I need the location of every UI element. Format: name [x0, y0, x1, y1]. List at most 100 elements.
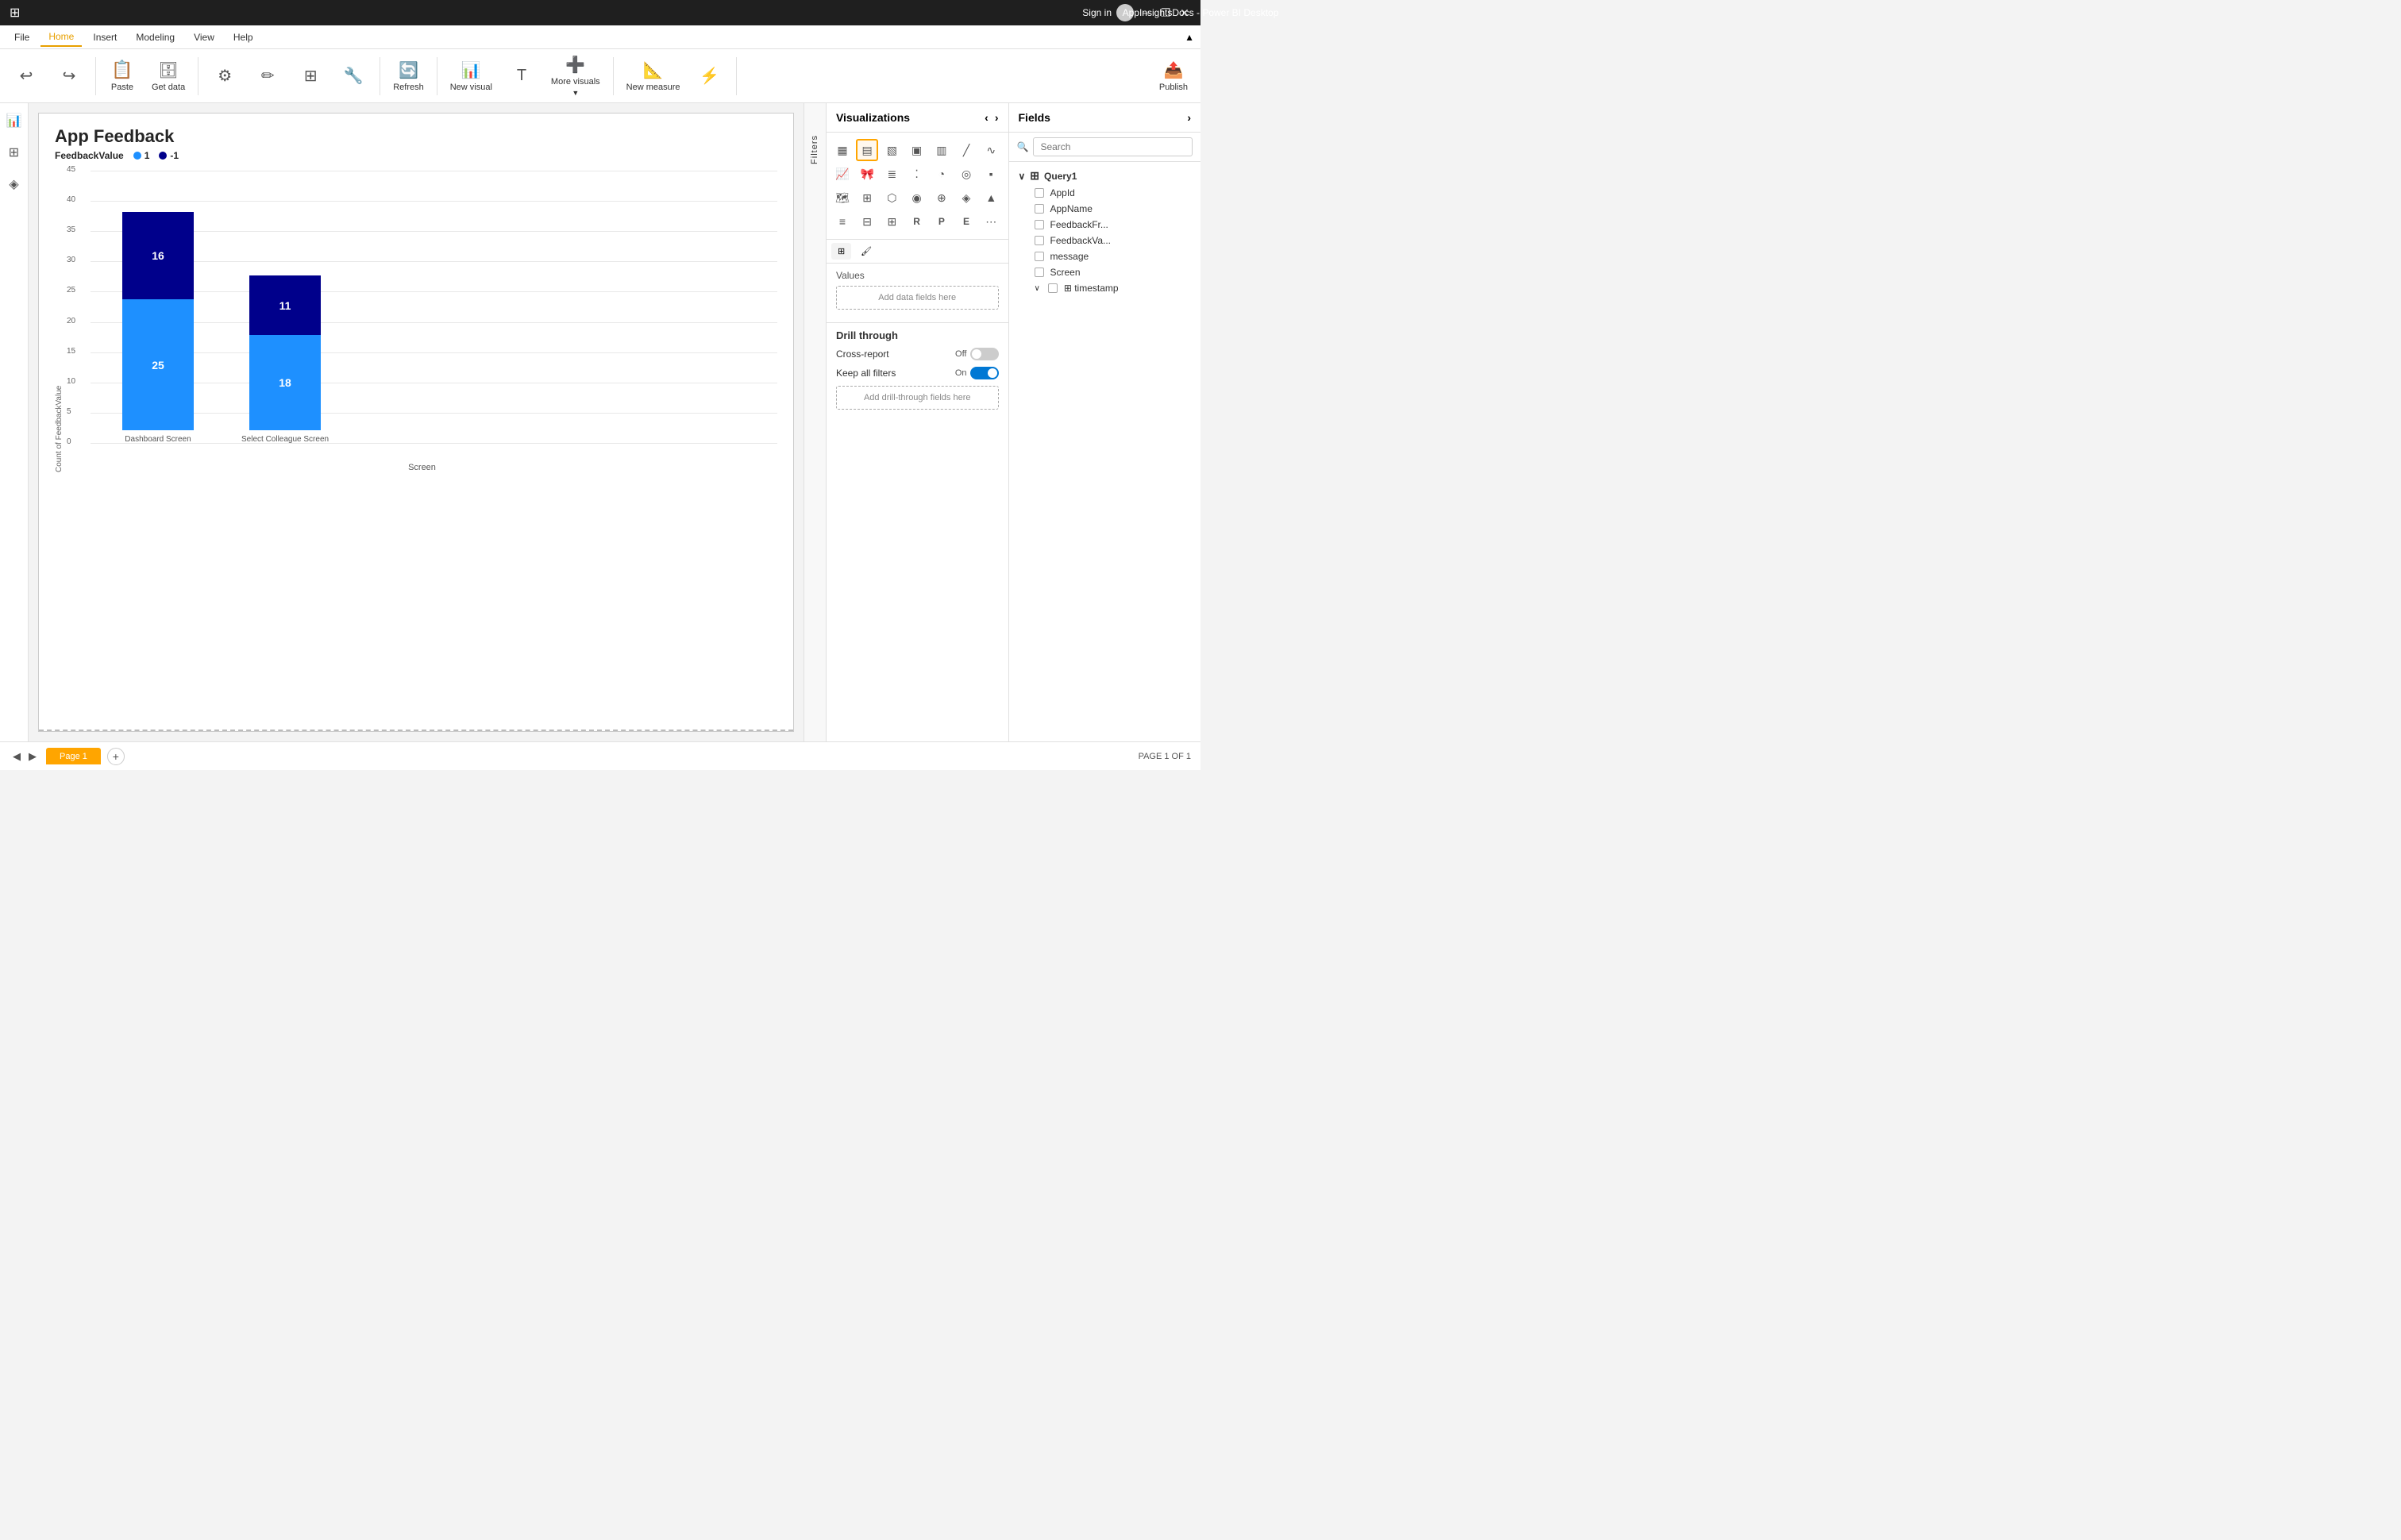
- viz-icon-scatter[interactable]: ⁚: [906, 163, 928, 185]
- bar-segment-bottom-2: 18: [249, 335, 321, 430]
- format-tab[interactable]: 🖌: [854, 243, 878, 260]
- menu-modeling[interactable]: Modeling: [128, 29, 183, 46]
- checkbox-screen[interactable]: [1035, 268, 1044, 277]
- legend-dot-2: [159, 152, 167, 160]
- viz-icon-area[interactable]: ∿: [980, 139, 1002, 161]
- report-icon: 📊: [6, 113, 22, 129]
- cross-report-toggle[interactable]: [970, 348, 999, 360]
- viz-icon-stacked-bar[interactable]: ▦: [831, 139, 854, 161]
- report-canvas[interactable]: App Feedback FeedbackValue 1 -1: [38, 113, 794, 732]
- settings-icon: 🔧: [344, 66, 364, 86]
- fields-expand-icon[interactable]: ›: [1187, 111, 1191, 124]
- stacked-bar-2[interactable]: 11 18: [249, 275, 321, 430]
- viz-icon-matrix[interactable]: ⊞: [881, 210, 903, 233]
- checkbox-feedbackva[interactable]: [1035, 236, 1044, 245]
- drillthrough-drop-zone[interactable]: Add drill-through fields here: [836, 386, 999, 410]
- viz-nav-right[interactable]: ›: [995, 111, 999, 124]
- get-data-button[interactable]: 🗄 Get data: [145, 57, 191, 95]
- filters-panel[interactable]: Filters: [804, 103, 827, 741]
- viz-icon-clustered-bar[interactable]: ▤: [856, 139, 878, 161]
- viz-icon-line-clustered[interactable]: 📈: [831, 163, 854, 185]
- field-appname[interactable]: AppName: [1019, 201, 1192, 217]
- menu-insert[interactable]: Insert: [85, 29, 125, 46]
- viz-icon-clustered-column[interactable]: ▣: [906, 139, 928, 161]
- text-box-icon: T: [517, 67, 526, 85]
- checkbox-appname[interactable]: [1035, 204, 1044, 214]
- text-box-button[interactable]: T: [502, 64, 541, 88]
- menu-view[interactable]: View: [186, 29, 222, 46]
- new-visual-button[interactable]: 📊 New visual: [444, 57, 499, 95]
- field-feedbackfr[interactable]: FeedbackFr...: [1019, 217, 1192, 233]
- cross-report-state: Off: [955, 349, 966, 359]
- more-visuals-button[interactable]: ➕ More visuals ▼: [545, 52, 607, 100]
- page-1-tab[interactable]: Page 1: [46, 748, 101, 764]
- checkbox-appid[interactable]: [1035, 188, 1044, 198]
- fields-search-input[interactable]: [1033, 137, 1193, 156]
- viz-icon-filled-map[interactable]: ⊞: [856, 187, 878, 209]
- viz-icon-gauge[interactable]: ◉: [906, 187, 928, 209]
- viz-icon-line[interactable]: ╱: [955, 139, 977, 161]
- edit-queries-button[interactable]: ✏: [248, 63, 287, 89]
- keep-filters-state: On: [955, 368, 967, 378]
- viz-icon-treemap[interactable]: ▪: [980, 163, 1002, 185]
- viz-icon-ai-insights[interactable]: E: [955, 210, 977, 233]
- field-screen[interactable]: Screen: [1019, 264, 1192, 280]
- viz-icon-pie[interactable]: ◔: [931, 163, 953, 185]
- keep-filters-toggle[interactable]: [970, 367, 999, 379]
- model-view-button[interactable]: ◈: [3, 173, 25, 195]
- viz-icon-100-stacked[interactable]: ▥: [931, 139, 953, 161]
- field-message[interactable]: message: [1019, 248, 1192, 264]
- redo-button[interactable]: ↪: [49, 63, 89, 89]
- field-timestamp[interactable]: ∨ ⊞ timestamp: [1019, 280, 1192, 296]
- checkbox-timestamp[interactable]: [1048, 283, 1058, 293]
- publish-button[interactable]: 📤 Publish: [1153, 57, 1194, 95]
- undo-button[interactable]: ↩: [6, 63, 46, 89]
- report-view-button[interactable]: 📊: [3, 110, 25, 132]
- viz-icon-python[interactable]: P: [931, 210, 953, 233]
- stacked-bar-1[interactable]: 16 25: [122, 212, 194, 430]
- viz-icon-table[interactable]: ⊟: [856, 210, 878, 233]
- title-bar-left: ⊞: [10, 5, 20, 21]
- ds-settings-button[interactable]: 🔧: [333, 63, 373, 89]
- viz-icon-stacked-column[interactable]: ▧: [881, 139, 903, 161]
- fields-header: Fields ›: [1009, 103, 1201, 133]
- viz-icon-waterfall[interactable]: ≣: [881, 163, 903, 185]
- paste-button[interactable]: 📋 Paste: [102, 56, 142, 95]
- viz-icon-multi-row[interactable]: ◈: [955, 187, 977, 209]
- query1-header[interactable]: ∨ ⊞ Query1: [1019, 167, 1192, 185]
- viz-icon-kpi[interactable]: ▲: [980, 187, 1002, 209]
- menu-help[interactable]: Help: [225, 29, 261, 46]
- viz-nav-left[interactable]: ‹: [985, 111, 989, 124]
- refresh-button[interactable]: 🔄 Refresh: [387, 57, 430, 95]
- paste-icon: 📋: [111, 60, 133, 80]
- enter-data-button[interactable]: ⊞: [291, 63, 330, 89]
- field-appid[interactable]: AppId: [1019, 185, 1192, 201]
- data-view-button[interactable]: ⊞: [3, 141, 25, 164]
- viz-icon-ribbon[interactable]: 🎀: [856, 163, 878, 185]
- viz-icon-slicer[interactable]: ≡: [831, 210, 854, 233]
- menu-file[interactable]: File: [6, 29, 37, 46]
- quick-measure-button[interactable]: ⚡: [690, 63, 730, 89]
- field-feedbackva[interactable]: FeedbackVa...: [1019, 233, 1192, 248]
- viz-icon-funnel[interactable]: ⬡: [881, 187, 903, 209]
- checkbox-feedbackfr[interactable]: [1035, 220, 1044, 229]
- nav-prev[interactable]: ◀: [10, 749, 24, 764]
- values-drop-zone[interactable]: Add data fields here: [836, 286, 999, 310]
- transform-button[interactable]: ⚙: [205, 63, 245, 89]
- add-page-button[interactable]: +: [107, 748, 125, 765]
- viz-icon-donut[interactable]: ◎: [955, 163, 977, 185]
- viz-icon-map[interactable]: 🗺: [831, 187, 854, 209]
- viz-panel-header: Visualizations ‹ ›: [827, 103, 1008, 133]
- sign-in-label[interactable]: Sign in: [1082, 7, 1112, 18]
- build-tab[interactable]: ⊞: [831, 243, 851, 260]
- table-icon: ⊞: [304, 66, 318, 86]
- menu-home[interactable]: Home: [40, 28, 82, 47]
- table-name: Query1: [1044, 171, 1077, 182]
- checkbox-message[interactable]: [1035, 252, 1044, 261]
- viz-icon-r-visual[interactable]: R: [906, 210, 928, 233]
- new-measure-button[interactable]: 📐 New measure: [620, 57, 687, 95]
- nav-next[interactable]: ▶: [25, 749, 40, 764]
- viz-icon-more[interactable]: ⋯: [980, 210, 1002, 233]
- ribbon-collapse[interactable]: ▲: [1185, 32, 1194, 43]
- viz-icon-card[interactable]: ⊕: [931, 187, 953, 209]
